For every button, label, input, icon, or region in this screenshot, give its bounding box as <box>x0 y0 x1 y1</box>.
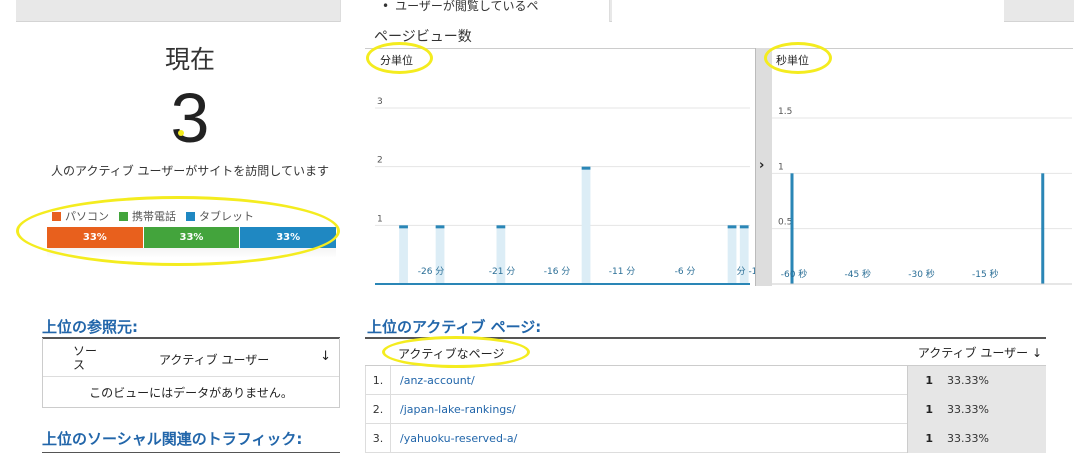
x-tick-label: -45 秒 <box>844 268 871 280</box>
y-tick-label: 2 <box>377 156 383 166</box>
row-index: 1. <box>365 366 391 395</box>
x-tick-label: -15 秒 <box>972 268 999 280</box>
x-tick-label: -30 秒 <box>908 268 935 280</box>
y-tick-label: 1.5 <box>778 107 792 117</box>
referrers-header: ソース アクティブ ユーザー ↓ <box>43 338 339 377</box>
row-percent: 33.33% <box>939 424 1046 453</box>
row-users: 1 <box>907 424 939 453</box>
y-tick-label: 1 <box>778 162 784 172</box>
active-user-count: 3 <box>170 79 210 157</box>
bar <box>1041 173 1045 284</box>
minute-bar-chart: 1 2 3 -26 分 -21 分 -16 分 -11 分 -6 分 分 -1 <box>375 97 755 285</box>
active-pages-table: アクティブなページ アクティブ ユーザー ↓ 1. /anz-account/ … <box>365 338 1046 453</box>
row-index: 2. <box>365 395 391 424</box>
active-pages-header: アクティブなページ アクティブ ユーザー ↓ <box>365 338 1046 366</box>
second-bar-chart: 0.5 1 1.5 -60 秒 -45 秒 -30 秒 -15 秒 <box>772 107 1072 285</box>
device-segment-desktop: 33% <box>47 227 143 248</box>
x-tick-label: -6 分 <box>675 266 696 277</box>
col-active-page[interactable]: アクティブなページ <box>398 345 504 362</box>
bar-top <box>399 225 408 229</box>
col-source[interactable]: ソース <box>73 344 103 372</box>
top-bullet-text: ユーザーが閲覧しているペ <box>382 0 538 14</box>
bar-fill <box>399 225 408 284</box>
bar-shadow <box>47 248 336 258</box>
row-percent: 33.33% <box>939 395 1046 424</box>
col-active-users[interactable]: アクティブ ユーザー ↓ <box>918 344 1042 361</box>
legend-label: パソコン <box>65 210 109 223</box>
x-tick-label: -21 分 <box>489 266 516 277</box>
legend-tablet: タブレット <box>186 208 254 224</box>
page-link[interactable]: /yahuoku-reserved-a/ <box>400 424 517 453</box>
referrers-table: ソース アクティブ ユーザー ↓ このビューにはデータがありません。 <box>42 338 340 408</box>
row-users: 1 <box>907 366 939 395</box>
page-link[interactable]: /anz-account/ <box>400 366 475 395</box>
legend-desktop: パソコン <box>52 208 109 224</box>
bar-top <box>435 225 445 229</box>
active-user-description: 人のアクティブ ユーザーがサイトを訪問しています <box>51 164 329 178</box>
legend-swatch <box>119 211 128 221</box>
x-tick-label: -60 秒 <box>781 268 808 280</box>
y-tick-label: 3 <box>377 97 383 107</box>
row-users: 1 <box>907 395 939 424</box>
bar-top <box>496 225 506 229</box>
page-link[interactable]: /japan-lake-rankings/ <box>400 395 516 424</box>
x-tick-label: 分 -1 <box>737 266 755 277</box>
table-row: 2. /japan-lake-rankings/ 1 33.33% <box>365 395 1046 424</box>
row-index: 3. <box>365 424 391 453</box>
social-table-edge <box>42 452 340 459</box>
social-title: 上位のソーシャル関連のトラフィック: <box>42 430 303 448</box>
device-segment-mobile: 33% <box>142 227 240 248</box>
legend-label: 携帯電話 <box>132 210 176 223</box>
x-tick-label: -26 分 <box>418 266 445 277</box>
y-tick-label: 1 <box>377 214 383 224</box>
bar-top <box>581 166 591 170</box>
bar-top <box>727 225 737 229</box>
highlight-dot <box>178 130 184 136</box>
device-legend: パソコン 携帯電話 タブレット <box>52 208 254 224</box>
col-active-users[interactable]: アクティブ ユーザー <box>159 351 269 368</box>
pageviews-title: ページビュー数 <box>374 29 472 45</box>
legend-swatch <box>186 211 195 221</box>
legend-label: タブレット <box>199 210 254 223</box>
bar-fill <box>727 225 737 284</box>
arrow-down-icon: ↓ <box>1031 346 1042 360</box>
empty-message: このビューにはデータがありません。 <box>89 385 293 400</box>
y-tick-label: 0.5 <box>778 218 792 228</box>
bar-fill <box>581 166 591 284</box>
legend-swatch <box>52 211 61 221</box>
chevron-right-icon[interactable]: › <box>759 158 764 173</box>
referrers-title: 上位の参照元: <box>42 318 138 336</box>
table-row: 1. /anz-account/ 1 33.33% <box>365 366 1046 395</box>
x-tick-label: -16 分 <box>544 266 571 277</box>
legend-mobile: 携帯電話 <box>119 208 176 224</box>
top-panel-right <box>612 0 1004 22</box>
table-row: 3. /yahuoku-reserved-a/ 1 33.33% <box>365 424 1046 453</box>
col-active-users-label: アクティブ ユーザー <box>917 346 1029 360</box>
now-label: 現在 <box>164 45 215 74</box>
x-tick-label: -11 分 <box>609 266 636 277</box>
bar-top <box>739 225 749 229</box>
arrow-down-icon[interactable]: ↓ <box>320 349 331 364</box>
row-percent: 33.33% <box>939 366 1046 395</box>
device-segment-tablet: 33% <box>239 227 336 248</box>
active-pages-title: 上位のアクティブ ページ: <box>367 318 542 336</box>
bar <box>790 173 794 284</box>
device-share-bar: 33% 33% 33% <box>47 227 336 248</box>
